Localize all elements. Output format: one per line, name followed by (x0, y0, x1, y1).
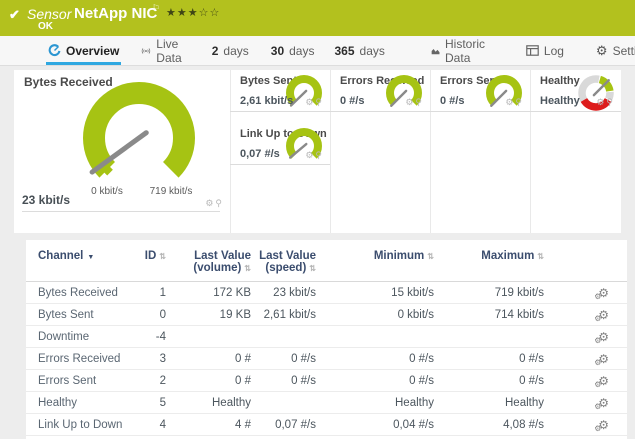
gauge-value: 2,61 kbit/s (240, 95, 293, 107)
table-row[interactable]: Errors Received 3 0 # 0 #/s 0 #/s 0 #/s … (26, 348, 627, 370)
gauge-cell-errors-received: Errors Received 0 #/s ⚙⚲ (330, 70, 430, 112)
priority-stars[interactable]: ★★★☆☆ (166, 6, 220, 19)
sort-icon: ⇅ (427, 252, 434, 261)
log-icon (526, 45, 539, 56)
table-row[interactable]: Bytes Received 1 172 KB 23 kbit/s 15 kbi… (26, 282, 627, 304)
gauge-value: 0 #/s (440, 95, 464, 107)
gauges-panel: Bytes Received 0 kbit/s 719 kbit/s 23 kb… (14, 70, 621, 233)
sensor-status-bar: ✔ Sensor NetApp NIC ⚐ ★★★☆☆ OK (0, 0, 635, 36)
col-header-actions (544, 240, 627, 282)
gauge-cell-bytes-received: Bytes Received 0 kbit/s 719 kbit/s 23 kb… (14, 70, 230, 233)
col-header-maximum[interactable]: Maximum⇅ (434, 240, 544, 282)
gauge-scale-min: 0 kbit/s (77, 186, 137, 197)
tab-live-data[interactable]: Live Data (139, 36, 189, 65)
tab-overview[interactable]: Overview (46, 36, 121, 65)
col-header-channel[interactable]: Channel▼ (26, 240, 126, 282)
col-header-last-value-speed[interactable]: Last Value(speed)⇅ (251, 240, 316, 282)
channel-name: Link Up to Down (26, 414, 126, 436)
gauge-value: Healthy (540, 95, 580, 107)
pin-icon[interactable]: ⚲ (515, 97, 524, 107)
gauge-actions[interactable]: ⚙⚲ (305, 97, 324, 108)
gauge-value: 23 kbit/s (22, 193, 70, 207)
pin-icon[interactable]: ⚲ (315, 97, 324, 107)
sort-icon: ⇅ (309, 264, 316, 273)
channel-settings-icon[interactable]: ⚙⚙ (598, 330, 609, 344)
gauge-cell-healthy: Healthy Healthy ⚙⚲ (530, 70, 621, 112)
pin-icon[interactable]: ⚲ (315, 150, 324, 160)
status-badge: OK (38, 21, 53, 32)
channels-table: Channel▼ ID⇅ Last Value(volume)⇅ Last Va… (26, 240, 627, 436)
channel-name: Errors Sent (26, 370, 126, 392)
broadcast-icon (141, 45, 151, 57)
col-header-id[interactable]: ID⇅ (126, 240, 166, 282)
channel-settings-icon[interactable]: ⚙⚙ (598, 308, 609, 322)
table-row[interactable]: Errors Sent 2 0 # 0 #/s 0 #/s 0 #/s ⚙⚙ (26, 370, 627, 392)
object-kind-label: Sensor (27, 6, 71, 22)
sort-icon: ⇅ (159, 252, 166, 261)
gauge-actions[interactable]: ⚙⚲ (405, 97, 424, 108)
table-row[interactable]: Bytes Sent 0 19 KB 2,61 kbit/s 0 kbit/s … (26, 304, 627, 326)
channel-name: Healthy (26, 392, 126, 414)
table-row[interactable]: Downtime -4 ⚙⚙ (26, 326, 627, 348)
channels-table-panel: Channel▼ ID⇅ Last Value(volume)⇅ Last Va… (26, 240, 627, 439)
gauge-cell-bytes-sent: Bytes Sent 2,61 kbit/s ⚙⚲ (230, 70, 330, 112)
tab-2-days[interactable]: 2days (210, 36, 251, 65)
sort-icon: ⇅ (537, 252, 544, 261)
tab-log[interactable]: Log (524, 36, 566, 65)
gauge-value: 0,07 #/s (240, 148, 280, 160)
pin-icon[interactable]: ⚲ (415, 97, 424, 107)
channel-name: Bytes Received (26, 282, 126, 304)
gear-icon[interactable]: ⚙ (405, 97, 415, 107)
gauge-value: 0 #/s (340, 95, 364, 107)
tab-settings[interactable]: ⚙ Settings (594, 36, 635, 65)
channel-name: Errors Received (26, 348, 126, 370)
gauge-icon (48, 44, 61, 57)
tab-365-days[interactable]: 365days (332, 36, 386, 65)
pin-icon[interactable]: ⚲ (215, 198, 224, 208)
pin-icon[interactable]: ⚲ (606, 97, 615, 107)
gauge-scale-max: 719 kbit/s (141, 186, 201, 197)
primary-gauge (64, 76, 214, 191)
col-header-last-value-volume[interactable]: Last Value(volume)⇅ (166, 240, 251, 282)
gear-icon[interactable]: ⚙ (205, 198, 215, 208)
gauge-actions[interactable]: ⚙⚲ (205, 198, 224, 209)
table-header-row: Channel▼ ID⇅ Last Value(volume)⇅ Last Va… (26, 240, 627, 282)
ok-check-icon: ✔ (9, 7, 20, 23)
gauge-actions[interactable]: ⚙⚲ (305, 150, 324, 161)
sort-desc-icon: ▼ (87, 254, 94, 261)
gauge-actions[interactable]: ⚙⚲ (596, 97, 615, 108)
divider (22, 211, 220, 212)
tab-30-days[interactable]: 30days (269, 36, 317, 65)
gauge-cell-link-up-to-down: Link Up to Down 0,07 #/s ⚙⚲ (230, 123, 330, 165)
channel-settings-icon[interactable]: ⚙⚙ (598, 352, 609, 366)
col-header-minimum[interactable]: Minimum⇅ (316, 240, 434, 282)
chart-icon (431, 45, 440, 57)
table-row[interactable]: Healthy 5 Healthy Healthy Healthy ⚙⚙ (26, 392, 627, 414)
priority-flag-icon: ⚐ (152, 3, 160, 14)
gear-icon[interactable]: ⚙ (305, 150, 315, 160)
gauge-cell-errors-sent: Errors Sent 0 #/s ⚙⚲ (430, 70, 530, 112)
channel-settings-icon[interactable]: ⚙⚙ (598, 374, 609, 388)
channel-settings-icon[interactable]: ⚙⚙ (598, 396, 609, 410)
channel-name: Downtime (26, 326, 126, 348)
tab-historic-data[interactable]: Historic Data (429, 36, 492, 65)
gear-icon[interactable]: ⚙ (305, 97, 315, 107)
table-row[interactable]: Link Up to Down 4 4 # 0,07 #/s 0,04 #/s … (26, 414, 627, 436)
tab-bar: Overview Live Data 2days 30days 365days … (0, 36, 635, 66)
channel-settings-icon[interactable]: ⚙⚙ (598, 286, 609, 300)
sensor-title: NetApp NIC (74, 5, 157, 22)
channel-name: Bytes Sent (26, 304, 126, 326)
sort-icon: ⇅ (244, 264, 251, 273)
gear-icon: ⚙ (596, 43, 608, 59)
gauge-actions[interactable]: ⚙⚲ (505, 97, 524, 108)
gear-icon[interactable]: ⚙ (596, 97, 606, 107)
gear-icon[interactable]: ⚙ (505, 97, 515, 107)
channel-settings-icon[interactable]: ⚙⚙ (598, 418, 609, 432)
